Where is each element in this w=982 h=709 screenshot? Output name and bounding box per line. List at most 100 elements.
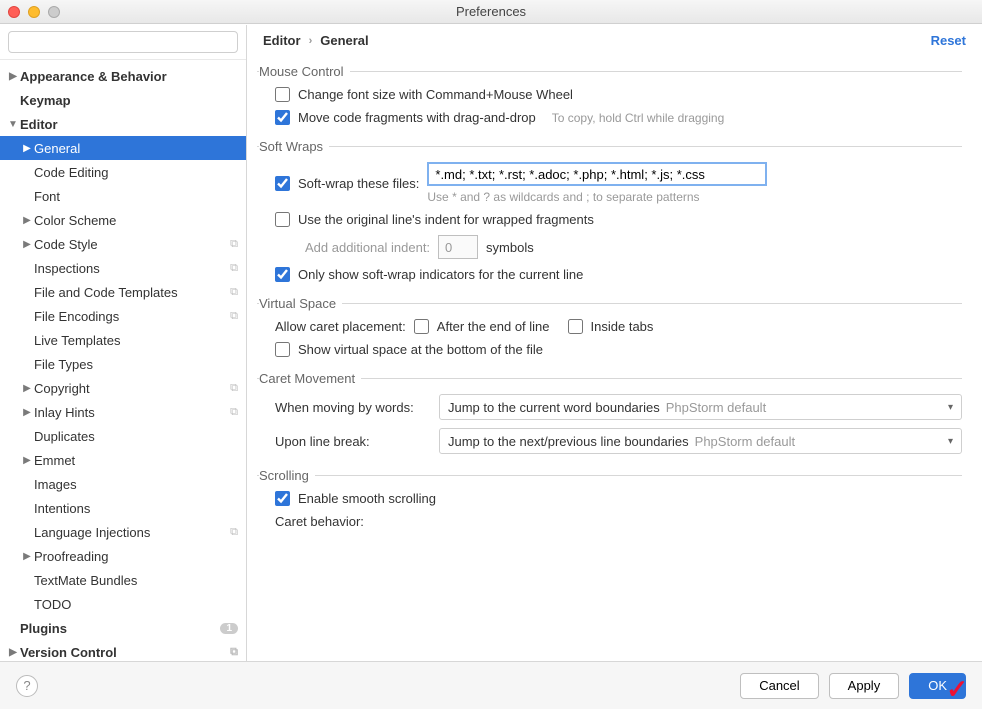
window-title: Preferences bbox=[0, 4, 982, 19]
chevron-right-icon: ▶ bbox=[20, 143, 34, 154]
change-font-label: Change font size with Command+Mouse Whee… bbox=[298, 87, 573, 102]
ok-button[interactable]: OK bbox=[909, 673, 966, 699]
sidebar-item-label: Color Scheme bbox=[34, 213, 238, 228]
sidebar-item-editor[interactable]: ▼Editor bbox=[0, 112, 246, 136]
sidebar-item-code-editing[interactable]: ▶Code Editing bbox=[0, 160, 246, 184]
sidebar-item-live-templates[interactable]: ▶Live Templates bbox=[0, 328, 246, 352]
sidebar-item-label: Intentions bbox=[34, 501, 238, 516]
sidebar-item-file-and-code-templates[interactable]: ▶File and Code Templates⧉ bbox=[0, 280, 246, 304]
sidebar-item-label: File Encodings bbox=[34, 309, 230, 324]
chevron-right-icon: ▶ bbox=[20, 551, 34, 562]
sidebar-item-inspections[interactable]: ▶Inspections⧉ bbox=[0, 256, 246, 280]
softwrap-files-checkbox[interactable] bbox=[275, 176, 290, 191]
sidebar-item-font[interactable]: ▶Font bbox=[0, 184, 246, 208]
apply-button[interactable]: Apply bbox=[829, 673, 900, 699]
project-scope-icon: ⧉ bbox=[230, 238, 238, 251]
mouse-legend: Mouse Control bbox=[259, 64, 350, 79]
sidebar-item-intentions[interactable]: ▶Intentions bbox=[0, 496, 246, 520]
sidebar-item-label: Live Templates bbox=[34, 333, 238, 348]
project-scope-icon: ⧉ bbox=[230, 526, 238, 539]
sidebar-item-images[interactable]: ▶Images bbox=[0, 472, 246, 496]
break-select[interactable]: Jump to the next/previous line boundarie… bbox=[439, 428, 962, 454]
settings-tree[interactable]: ▶Appearance & Behavior▶Keymap▼Editor▶Gen… bbox=[0, 60, 246, 661]
scrolling-group: Scrolling Enable smooth scrolling Caret … bbox=[257, 468, 962, 529]
chevron-right-icon: ▶ bbox=[20, 383, 34, 394]
breadcrumb: Editor › General bbox=[263, 33, 369, 48]
words-label: When moving by words: bbox=[275, 400, 431, 415]
sidebar-item-file-encodings[interactable]: ▶File Encodings⧉ bbox=[0, 304, 246, 328]
reset-link[interactable]: Reset bbox=[931, 33, 966, 48]
sidebar-item-label: Language Injections bbox=[34, 525, 230, 540]
sidebar-item-label: TODO bbox=[34, 597, 238, 612]
softwrap-files-input[interactable] bbox=[427, 162, 767, 186]
after-eol-label: After the end of line bbox=[437, 319, 550, 334]
sidebar-item-emmet[interactable]: ▶Emmet bbox=[0, 448, 246, 472]
only-current-line-checkbox[interactable] bbox=[275, 267, 290, 282]
sidebar-item-label: Editor bbox=[20, 117, 238, 132]
sidebar-item-label: Images bbox=[34, 477, 238, 492]
soft-wraps-group: Soft Wraps Soft-wrap these files: Use * … bbox=[257, 139, 962, 282]
dialog-footer: ? Cancel Apply OK ✓ bbox=[0, 661, 982, 709]
smooth-scroll-label: Enable smooth scrolling bbox=[298, 491, 436, 506]
softwrap-legend: Soft Wraps bbox=[259, 139, 329, 154]
use-original-indent-checkbox[interactable] bbox=[275, 212, 290, 227]
show-bottom-checkbox[interactable] bbox=[275, 342, 290, 357]
sidebar-item-version-control[interactable]: ▶Version Control⧉ bbox=[0, 640, 246, 661]
virtual-space-group: Virtual Space Allow caret placement: Aft… bbox=[257, 296, 962, 357]
sidebar-item-language-injections[interactable]: ▶Language Injections⧉ bbox=[0, 520, 246, 544]
sidebar-item-code-style[interactable]: ▶Code Style⧉ bbox=[0, 232, 246, 256]
sidebar-item-label: Proofreading bbox=[34, 549, 238, 564]
project-scope-icon: ⧉ bbox=[230, 262, 238, 275]
project-scope-icon: ⧉ bbox=[230, 286, 238, 299]
inside-tabs-label: Inside tabs bbox=[591, 319, 654, 334]
sidebar-item-label: Inspections bbox=[34, 261, 230, 276]
move-drag-checkbox[interactable] bbox=[275, 110, 290, 125]
caret-movement-group: Caret Movement When moving by words: Jum… bbox=[257, 371, 962, 454]
sidebar-item-label: Code Editing bbox=[34, 165, 238, 180]
chevron-down-icon: ▼ bbox=[6, 119, 20, 130]
count-badge: 1 bbox=[220, 623, 238, 634]
cancel-button[interactable]: Cancel bbox=[740, 673, 818, 699]
settings-form[interactable]: Mouse Control Change font size with Comm… bbox=[247, 52, 982, 661]
sidebar-item-textmate-bundles[interactable]: ▶TextMate Bundles bbox=[0, 568, 246, 592]
sidebar-item-duplicates[interactable]: ▶Duplicates bbox=[0, 424, 246, 448]
move-drag-hint: To copy, hold Ctrl while dragging bbox=[552, 111, 725, 125]
change-font-checkbox[interactable] bbox=[275, 87, 290, 102]
sidebar-item-label: General bbox=[34, 141, 238, 156]
use-original-indent-label: Use the original line's indent for wrapp… bbox=[298, 212, 594, 227]
search-input[interactable] bbox=[8, 31, 238, 53]
sidebar-item-file-types[interactable]: ▶File Types bbox=[0, 352, 246, 376]
sidebar-item-plugins[interactable]: ▶Plugins1 bbox=[0, 616, 246, 640]
sidebar-item-appearance-behavior[interactable]: ▶Appearance & Behavior bbox=[0, 64, 246, 88]
inside-tabs-checkbox[interactable] bbox=[568, 319, 583, 334]
sidebar-item-label: TextMate Bundles bbox=[34, 573, 238, 588]
sidebar-item-inlay-hints[interactable]: ▶Inlay Hints⧉ bbox=[0, 400, 246, 424]
virtual-legend: Virtual Space bbox=[259, 296, 342, 311]
sidebar-item-proofreading[interactable]: ▶Proofreading bbox=[0, 544, 246, 568]
smooth-scroll-checkbox[interactable] bbox=[275, 491, 290, 506]
softwrap-files-label: Soft-wrap these files: bbox=[298, 176, 419, 191]
sidebar-item-keymap[interactable]: ▶Keymap bbox=[0, 88, 246, 112]
sidebar-item-copyright[interactable]: ▶Copyright⧉ bbox=[0, 376, 246, 400]
sidebar-item-label: File Types bbox=[34, 357, 238, 372]
breadcrumb-root[interactable]: Editor bbox=[263, 33, 301, 48]
project-scope-icon: ⧉ bbox=[230, 382, 238, 395]
show-bottom-label: Show virtual space at the bottom of the … bbox=[298, 342, 543, 357]
project-scope-icon: ⧉ bbox=[230, 646, 238, 659]
after-eol-checkbox[interactable] bbox=[414, 319, 429, 334]
breadcrumb-leaf: General bbox=[320, 33, 368, 48]
chevron-right-icon: › bbox=[309, 35, 313, 47]
add-indent-label: Add additional indent: bbox=[305, 240, 430, 255]
sidebar-item-label: Inlay Hints bbox=[34, 405, 230, 420]
chevron-right-icon: ▶ bbox=[20, 215, 34, 226]
sidebar-item-general[interactable]: ▶General bbox=[0, 136, 246, 160]
break-label: Upon line break: bbox=[275, 434, 431, 449]
break-default: PhpStorm default bbox=[695, 434, 795, 449]
only-current-line-label: Only show soft-wrap indicators for the c… bbox=[298, 267, 583, 282]
caret-legend: Caret Movement bbox=[259, 371, 361, 386]
sidebar-item-todo[interactable]: ▶TODO bbox=[0, 592, 246, 616]
help-button[interactable]: ? bbox=[16, 675, 38, 697]
sidebar-item-color-scheme[interactable]: ▶Color Scheme bbox=[0, 208, 246, 232]
words-select[interactable]: Jump to the current word boundaries PhpS… bbox=[439, 394, 962, 420]
content-pane: Editor › General Reset Mouse Control Cha… bbox=[247, 25, 982, 661]
